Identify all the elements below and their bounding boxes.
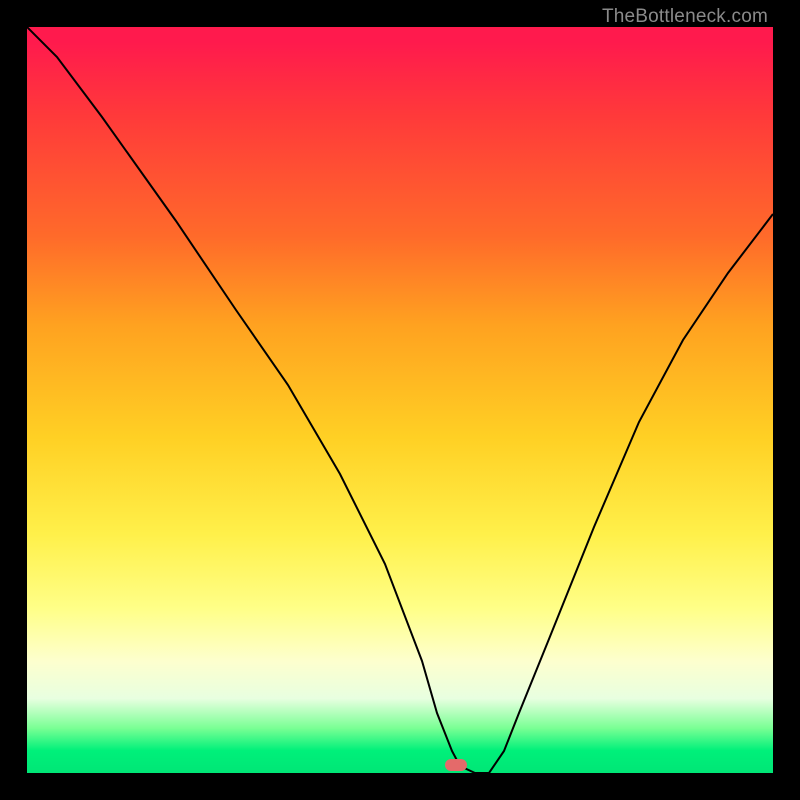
bottleneck-curve [27, 27, 773, 773]
watermark-text: TheBottleneck.com [602, 6, 768, 28]
chart-frame: TheBottleneck.com [0, 0, 800, 800]
curve-path [27, 27, 773, 773]
optimal-marker [445, 759, 467, 771]
plot-area [27, 27, 773, 773]
